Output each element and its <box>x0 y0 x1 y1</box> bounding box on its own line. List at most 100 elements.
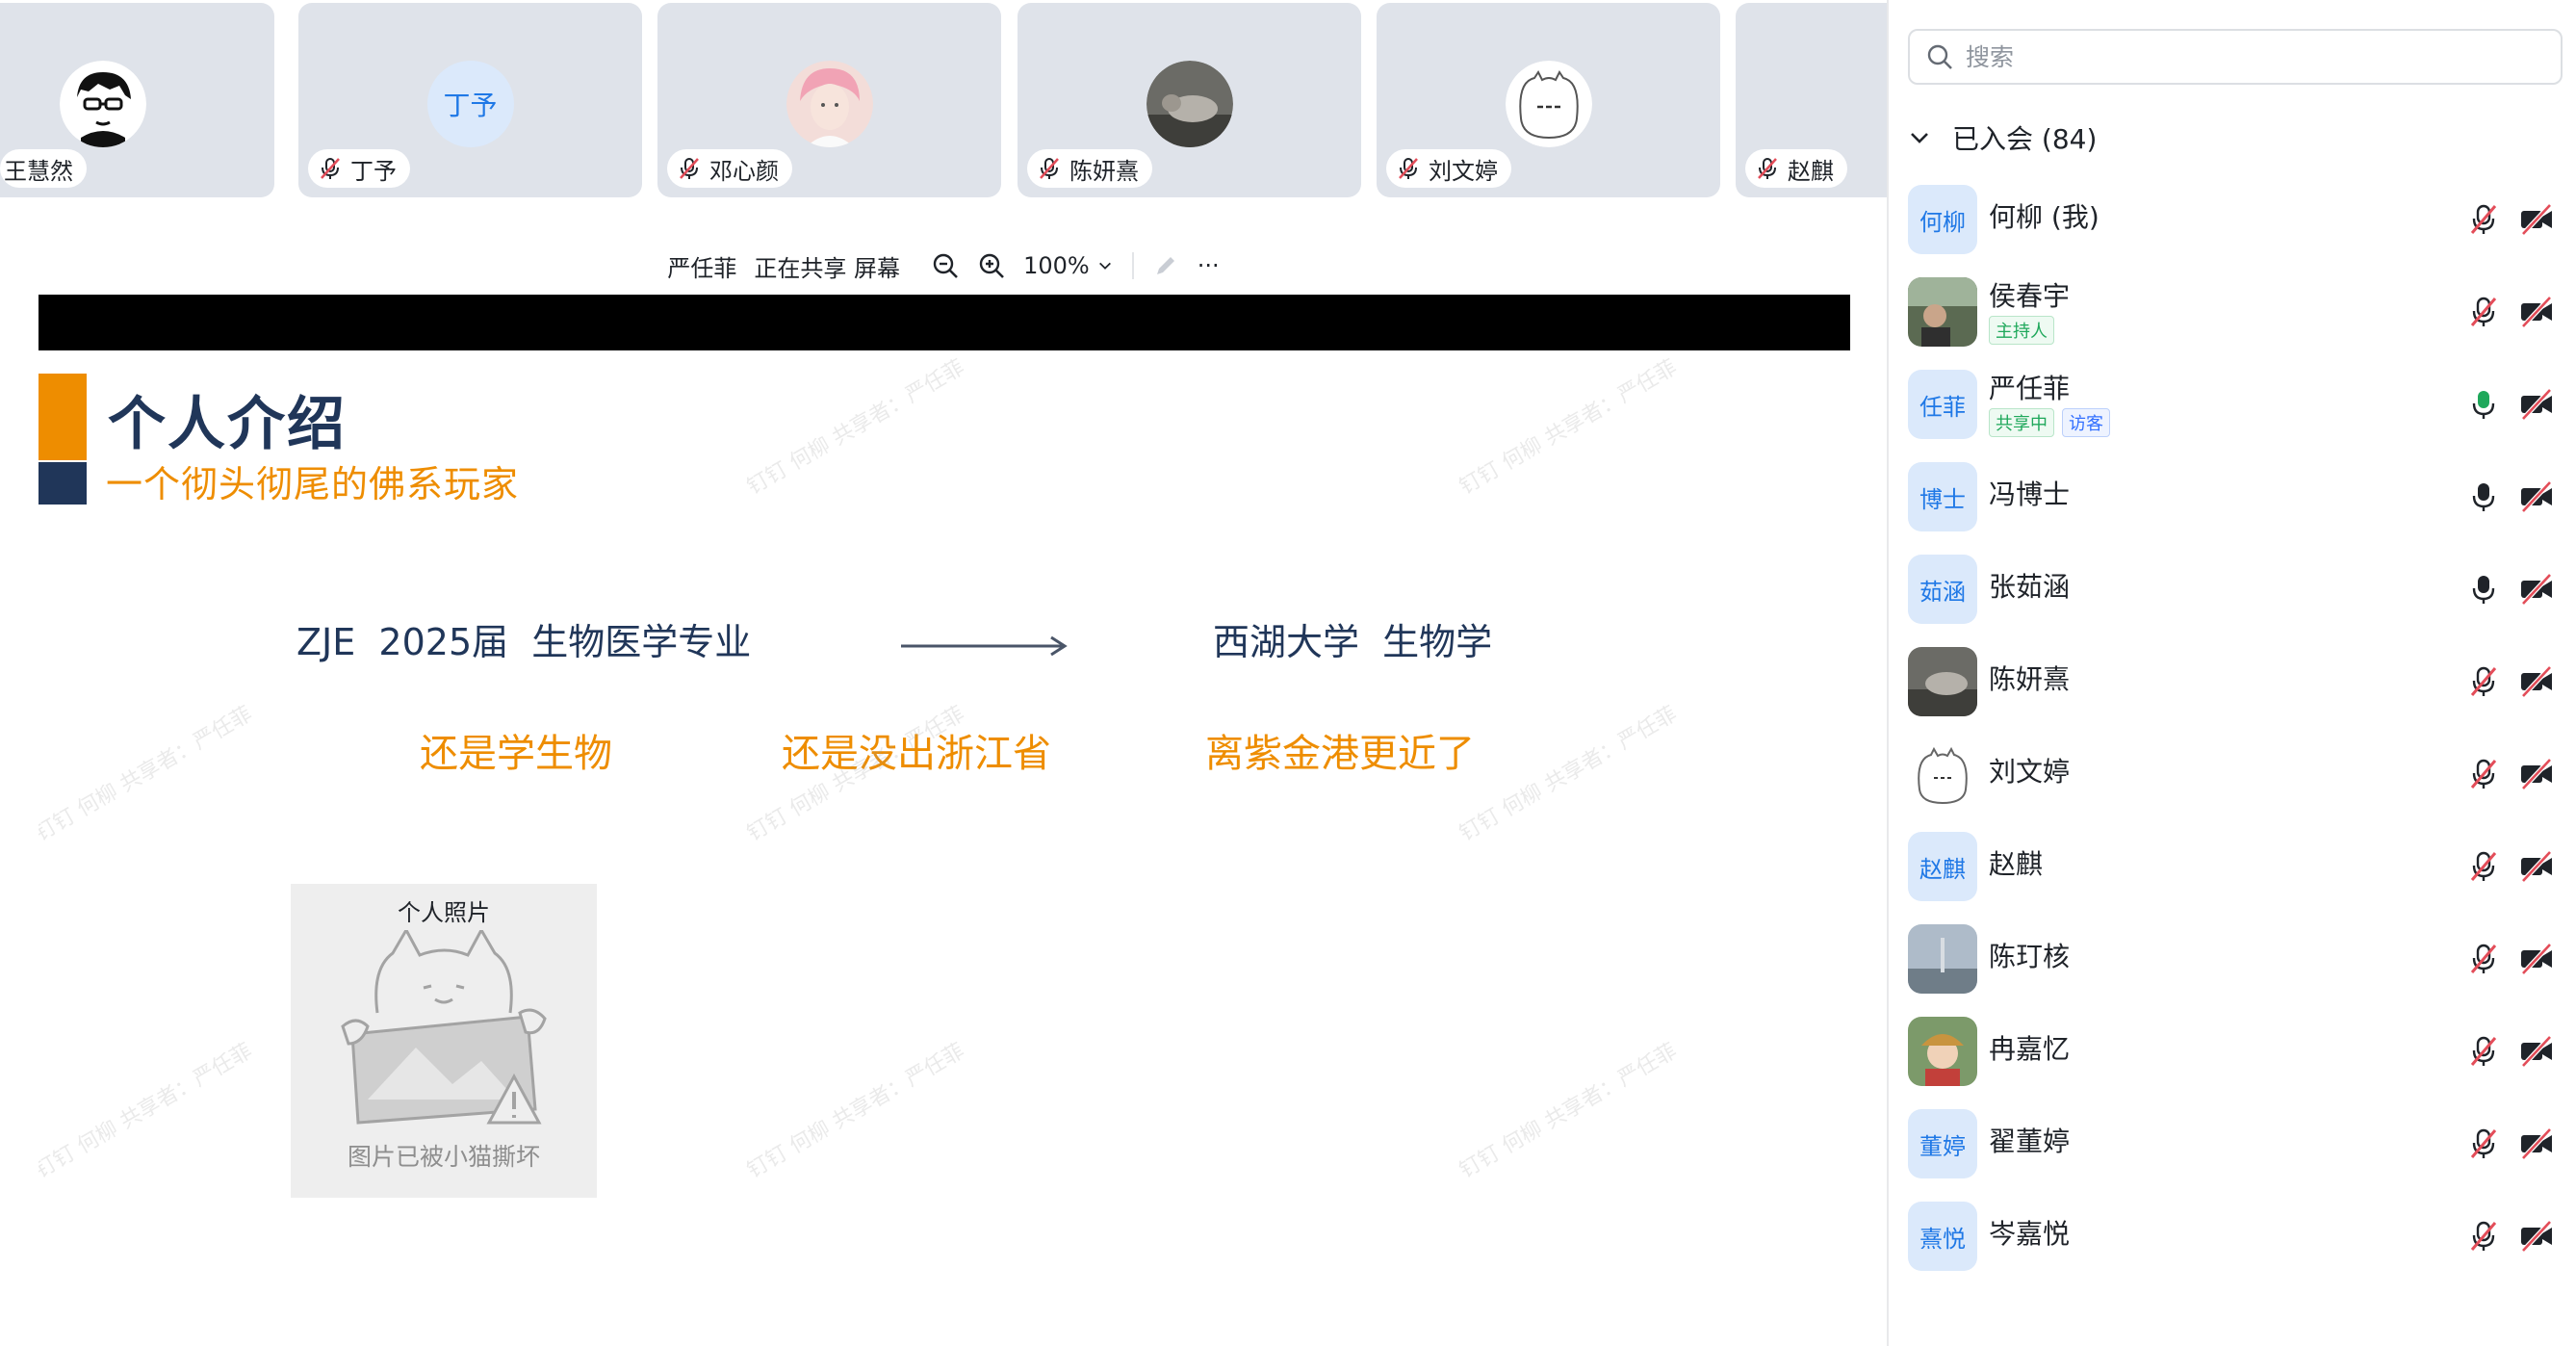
camera-off-icon[interactable] <box>2518 202 2555 237</box>
photo-label: 个人照片 <box>398 899 490 926</box>
participant-row[interactable]: 熹悦 岑嘉悦 <box>1889 1190 2576 1282</box>
participant-row[interactable]: 博士 冯博士 <box>1889 451 2576 543</box>
watermark: 钉钉 何柳 共享者：严任菲 <box>743 1039 969 1183</box>
watermark: 钉钉 何柳 共享者：严任菲 <box>1455 702 1682 846</box>
camera-off-icon[interactable] <box>2518 295 2555 329</box>
pen-icon <box>1156 257 1174 274</box>
avatar <box>1908 739 1977 809</box>
search-icon <box>1927 44 1952 69</box>
avatar: 丁予 <box>426 61 514 147</box>
camera-off-icon[interactable] <box>2518 479 2555 514</box>
camera-off-icon[interactable] <box>2518 849 2555 884</box>
video-tile[interactable]: 刘文婷 <box>1377 3 1720 197</box>
zoom-in-button[interactable] <box>977 251 1006 280</box>
camera-off-icon[interactable] <box>2518 1126 2555 1161</box>
tile-name-pill: 刘文婷 <box>1386 149 1511 188</box>
tile-name: 陈妍熹 <box>1069 157 1139 185</box>
meeting-window: 王慧然 丁予 丁予 邓心颜 陈妍熹 刘文婷 赵麒 严任菲 正在共享 屏幕 100… <box>0 0 2576 1346</box>
participant-row[interactable]: 陈妍熹 <box>1889 635 2576 728</box>
participant-row[interactable]: 何柳 何柳 (我) <box>1889 173 2576 266</box>
presenter-name: 严任菲 <box>667 254 737 282</box>
joined-group-header[interactable]: 已入会 (84) <box>1908 114 2097 162</box>
avatar <box>1146 61 1233 147</box>
arrow-right-icon <box>901 635 1068 657</box>
role-badge: 访客 <box>2062 408 2110 437</box>
avatar: 任菲 <box>1908 370 1977 439</box>
share-toolbar: 严任菲 正在共享 屏幕 100% ··· <box>0 236 1887 296</box>
education-from: ZJE 2025届 生物医学专业 <box>296 621 752 663</box>
slide-header-bar <box>39 295 1850 350</box>
mic-active-icon[interactable] <box>2466 387 2501 422</box>
avatar <box>59 61 146 147</box>
camera-off-icon[interactable] <box>2518 387 2555 422</box>
panel-footer <box>1889 1319 2576 1346</box>
video-tile[interactable]: 丁予 丁予 <box>298 3 642 197</box>
avatar: 茹涵 <box>1908 555 1977 624</box>
photo-caption: 图片已被小猫撕坏 <box>347 1143 540 1171</box>
mic-muted-icon[interactable] <box>2466 1219 2501 1254</box>
camera-off-icon[interactable] <box>2518 1034 2555 1069</box>
participant-name: 冯博士 <box>1989 479 2071 510</box>
tile-name-pill: 丁予 <box>308 149 410 188</box>
camera-off-icon[interactable] <box>2518 942 2555 976</box>
mic-on-icon[interactable] <box>2466 479 2501 514</box>
participant-row[interactable]: 陈玎核 <box>1889 913 2576 1005</box>
tile-name-pill: 邓心颜 <box>667 149 792 188</box>
zoom-level-select[interactable]: 100% <box>1023 252 1115 279</box>
camera-off-icon[interactable] <box>2518 1219 2555 1254</box>
participant-tags: 主持人 <box>1989 316 2054 345</box>
camera-off-icon[interactable] <box>2518 664 2555 699</box>
participant-row[interactable]: 刘文婷 <box>1889 728 2576 820</box>
video-tile[interactable]: 王慧然 <box>0 3 274 197</box>
camera-off-icon[interactable] <box>2518 757 2555 791</box>
mic-muted-icon[interactable] <box>2466 757 2501 791</box>
video-tile[interactable]: 陈妍熹 <box>1018 3 1361 197</box>
watermark: 钉钉 何柳 共享者：严任菲 <box>743 355 969 500</box>
zoom-out-button[interactable] <box>931 251 960 280</box>
participant-row[interactable]: 董婷 翟董婷 <box>1889 1098 2576 1190</box>
participant-row[interactable]: 任菲 严任菲 共享中 访客 <box>1889 358 2576 451</box>
tile-name: 刘文婷 <box>1429 157 1498 185</box>
mic-muted-icon[interactable] <box>2466 849 2501 884</box>
participant-name: 何柳 (我) <box>1989 201 2099 233</box>
broken-image-cat-icon <box>341 930 547 1125</box>
video-tile[interactable]: 赵麒 <box>1736 3 1887 197</box>
participant-name: 翟董婷 <box>1989 1126 2071 1157</box>
slide-subtitle: 一个彻头彻尾的佛系玩家 <box>106 463 520 505</box>
tile-name-pill: 陈妍熹 <box>1027 149 1152 188</box>
mic-muted-icon[interactable] <box>2466 1126 2501 1161</box>
participant-name: 刘文婷 <box>1989 756 2071 788</box>
participant-name: 陈玎核 <box>1989 941 2071 972</box>
mic-muted-icon[interactable] <box>2466 664 2501 699</box>
avatar: 博士 <box>1908 462 1977 531</box>
participant-row[interactable]: 冉嘉忆 <box>1889 1005 2576 1098</box>
avatar: 熹悦 <box>1908 1202 1977 1271</box>
more-button[interactable]: ··· <box>1198 252 1220 279</box>
participant-row[interactable]: 赵麒 赵麒 <box>1889 820 2576 913</box>
video-tile[interactable]: 邓心颜 <box>657 3 1001 197</box>
role-badge: 主持人 <box>1989 316 2054 345</box>
avatar <box>1908 647 1977 716</box>
search-input[interactable] <box>1966 42 2543 71</box>
participant-row[interactable]: 侯春宇 主持人 <box>1889 266 2576 358</box>
chevron-down-icon <box>1098 262 1111 270</box>
tile-name: 赵麒 <box>1788 157 1834 185</box>
annotate-button[interactable] <box>1151 251 1180 280</box>
slide-accent-orange <box>39 374 87 460</box>
mic-muted-icon[interactable] <box>2466 942 2501 976</box>
search-box[interactable] <box>1908 29 2563 85</box>
zoom-out-icon <box>933 253 958 278</box>
mic-muted-icon[interactable] <box>2466 202 2501 237</box>
toolbar-divider <box>1131 252 1134 279</box>
mic-muted-icon[interactable] <box>2466 295 2501 329</box>
watermark: 钉钉 何柳 共享者：严任菲 <box>39 702 257 846</box>
video-tile-strip: 王慧然 丁予 丁予 邓心颜 陈妍熹 刘文婷 赵麒 <box>0 0 1887 204</box>
mic-on-icon[interactable] <box>2466 572 2501 607</box>
role-badge: 共享中 <box>1989 408 2054 437</box>
participant-name: 陈妍熹 <box>1989 663 2071 695</box>
camera-off-icon[interactable] <box>2518 572 2555 607</box>
main-stage: 王慧然 丁予 丁予 邓心颜 陈妍熹 刘文婷 赵麒 严任菲 正在共享 屏幕 100… <box>0 0 1887 1346</box>
participant-row[interactable]: 茹涵 张茹涵 <box>1889 543 2576 635</box>
mic-muted-icon[interactable] <box>2466 1034 2501 1069</box>
participant-name: 张茹涵 <box>1989 571 2071 603</box>
